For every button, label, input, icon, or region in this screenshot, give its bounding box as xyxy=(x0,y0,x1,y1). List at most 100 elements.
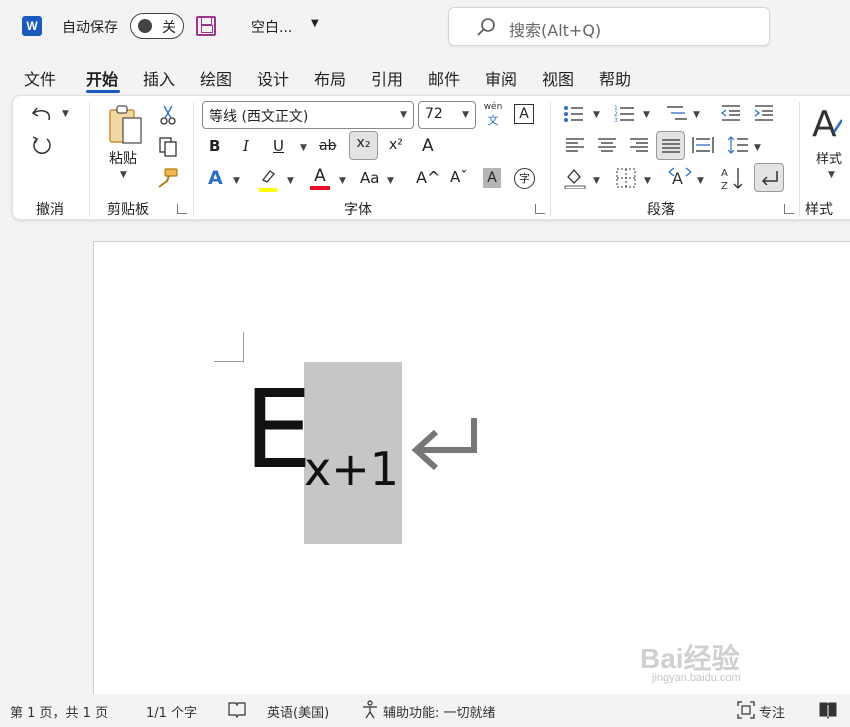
chinese-layout-icon[interactable]: A xyxy=(667,167,693,189)
borders-icon[interactable] xyxy=(615,167,637,189)
bullets-dropdown-icon[interactable]: ▼ xyxy=(593,110,600,120)
proofing-book-icon[interactable] xyxy=(227,701,247,719)
clear-formatting-button[interactable]: A xyxy=(422,136,434,156)
superscript-button[interactable]: x² xyxy=(389,137,403,153)
enclose-char-button[interactable]: 字 xyxy=(514,168,535,189)
tab-help[interactable]: 帮助 xyxy=(599,66,631,90)
bold-button[interactable]: B xyxy=(209,137,220,155)
numbering-icon[interactable]: 123 xyxy=(614,104,638,124)
change-case-dropdown-icon[interactable]: ▼ xyxy=(387,176,394,186)
cut-icon[interactable] xyxy=(159,104,177,126)
grow-font-button[interactable]: A^ xyxy=(416,168,440,187)
undo-icon[interactable] xyxy=(31,104,57,124)
font-launcher-icon[interactable] xyxy=(535,204,545,214)
focus-icon[interactable] xyxy=(737,701,755,719)
word-count[interactable]: 1/1 个字 xyxy=(146,702,197,721)
document-base-text[interactable]: E xyxy=(244,377,312,485)
styles-dropdown-icon[interactable]: ▼ xyxy=(828,170,835,180)
line-spacing-dropdown-icon[interactable]: ▼ xyxy=(754,143,761,153)
chinese-layout-dropdown-icon[interactable]: ▼ xyxy=(697,176,704,186)
multilevel-list-icon[interactable] xyxy=(665,104,689,124)
font-size-select[interactable]: 72 ▼ xyxy=(418,101,476,129)
distributed-icon[interactable] xyxy=(692,136,714,154)
chevron-down-icon: ▼ xyxy=(462,110,469,120)
styles-button[interactable]: 样式 xyxy=(816,148,842,167)
save-icon[interactable] xyxy=(196,16,216,36)
tab-mailings[interactable]: 邮件 xyxy=(428,66,460,90)
clipboard-group-label: 剪贴板 xyxy=(107,202,149,218)
copy-icon[interactable] xyxy=(158,136,178,158)
document-page[interactable]: E x+1 xyxy=(93,241,850,701)
tab-review[interactable]: 审阅 xyxy=(485,66,517,90)
phonetic-guide-button[interactable]: wén 文 xyxy=(482,102,504,128)
text-effects-dropdown-icon[interactable]: ▼ xyxy=(233,176,240,186)
language-status[interactable]: 英语(美国) xyxy=(267,702,329,721)
borders-dropdown-icon[interactable]: ▼ xyxy=(644,176,651,186)
font-color-dropdown-icon[interactable]: ▼ xyxy=(339,176,346,186)
italic-button[interactable]: I xyxy=(243,137,249,155)
chevron-down-icon: ▼ xyxy=(400,110,407,120)
bullets-icon[interactable] xyxy=(563,105,593,123)
increase-indent-icon[interactable] xyxy=(753,104,775,122)
read-mode-icon[interactable] xyxy=(818,700,838,720)
underline-button[interactable]: U xyxy=(273,137,284,155)
strikethrough-button[interactable]: ab xyxy=(319,138,336,154)
subscript-button[interactable]: x₂ xyxy=(349,131,378,160)
align-right-icon[interactable] xyxy=(629,137,649,153)
change-case-button[interactable]: Aa xyxy=(360,169,379,187)
shading-dropdown-icon[interactable]: ▼ xyxy=(593,176,600,186)
format-painter-icon[interactable] xyxy=(157,167,179,189)
tab-references[interactable]: 引用 xyxy=(371,66,403,90)
tab-home[interactable]: 开始 xyxy=(86,66,118,90)
clipboard-launcher-icon[interactable] xyxy=(177,204,187,214)
align-center-icon[interactable] xyxy=(597,137,617,153)
undo-group-label: 撤消 xyxy=(36,202,64,218)
paragraph-group-label: 段落 xyxy=(647,202,675,218)
font-name-select[interactable]: 等线 (西文正文) ▼ xyxy=(202,101,414,129)
shrink-font-button[interactable]: Aˇ xyxy=(450,168,468,186)
char-border-button[interactable]: A xyxy=(514,104,534,124)
align-left-icon[interactable] xyxy=(565,137,585,153)
autosave-toggle[interactable]: 关 xyxy=(130,13,184,39)
multilevel-dropdown-icon[interactable]: ▼ xyxy=(693,110,700,120)
search-input[interactable]: 搜索(Alt+Q) xyxy=(448,7,770,46)
paste-button[interactable]: 粘贴 xyxy=(109,148,137,168)
focus-button[interactable]: 专注 xyxy=(759,702,785,721)
accessibility-status[interactable]: 辅助功能: 一切就绪 xyxy=(383,702,496,721)
char-shading-button[interactable]: A xyxy=(483,168,501,188)
justify-icon xyxy=(662,139,680,153)
document-title[interactable]: 空白... xyxy=(251,17,292,37)
tab-design[interactable]: 设计 xyxy=(257,66,289,90)
tab-file[interactable]: 文件 xyxy=(24,66,56,90)
line-spacing-icon[interactable] xyxy=(727,135,749,155)
styles-icon[interactable]: A xyxy=(812,102,842,142)
accessibility-icon[interactable] xyxy=(360,700,380,720)
sort-icon[interactable]: AZ xyxy=(721,165,745,191)
paste-icon[interactable] xyxy=(106,104,146,146)
numbering-dropdown-icon[interactable]: ▼ xyxy=(643,110,650,120)
tab-draw[interactable]: 绘图 xyxy=(200,66,232,90)
search-placeholder: 搜索(Alt+Q) xyxy=(509,21,602,40)
show-marks-button[interactable] xyxy=(754,163,784,192)
text-effects-button[interactable]: A xyxy=(208,167,223,189)
font-color-button[interactable]: A xyxy=(310,166,330,190)
redo-icon[interactable] xyxy=(30,134,54,158)
highlight-color-button[interactable] xyxy=(259,168,277,192)
shading-icon[interactable] xyxy=(564,167,586,189)
tab-layout[interactable]: 布局 xyxy=(314,66,346,90)
tab-insert[interactable]: 插入 xyxy=(143,66,175,90)
status-bar: 第 1 页，共 1 页 1/1 个字 英语(美国) 辅助功能: 一切就绪 专注 xyxy=(0,694,850,727)
justify-button[interactable] xyxy=(656,131,685,160)
decrease-indent-icon[interactable] xyxy=(720,104,742,122)
group-divider xyxy=(193,102,194,217)
chevron-down-icon[interactable]: ▼ xyxy=(311,18,319,29)
paste-dropdown-icon[interactable]: ▼ xyxy=(120,170,127,180)
highlight-dropdown-icon[interactable]: ▼ xyxy=(287,176,294,186)
toggle-knob xyxy=(138,19,152,33)
document-subscript-text[interactable]: x+1 xyxy=(304,446,399,492)
paragraph-launcher-icon[interactable] xyxy=(784,204,794,214)
page-count[interactable]: 第 1 页，共 1 页 xyxy=(10,702,108,721)
underline-dropdown-icon[interactable]: ▼ xyxy=(300,143,307,153)
undo-dropdown-icon[interactable]: ▼ xyxy=(62,109,69,119)
tab-view[interactable]: 视图 xyxy=(542,66,574,90)
